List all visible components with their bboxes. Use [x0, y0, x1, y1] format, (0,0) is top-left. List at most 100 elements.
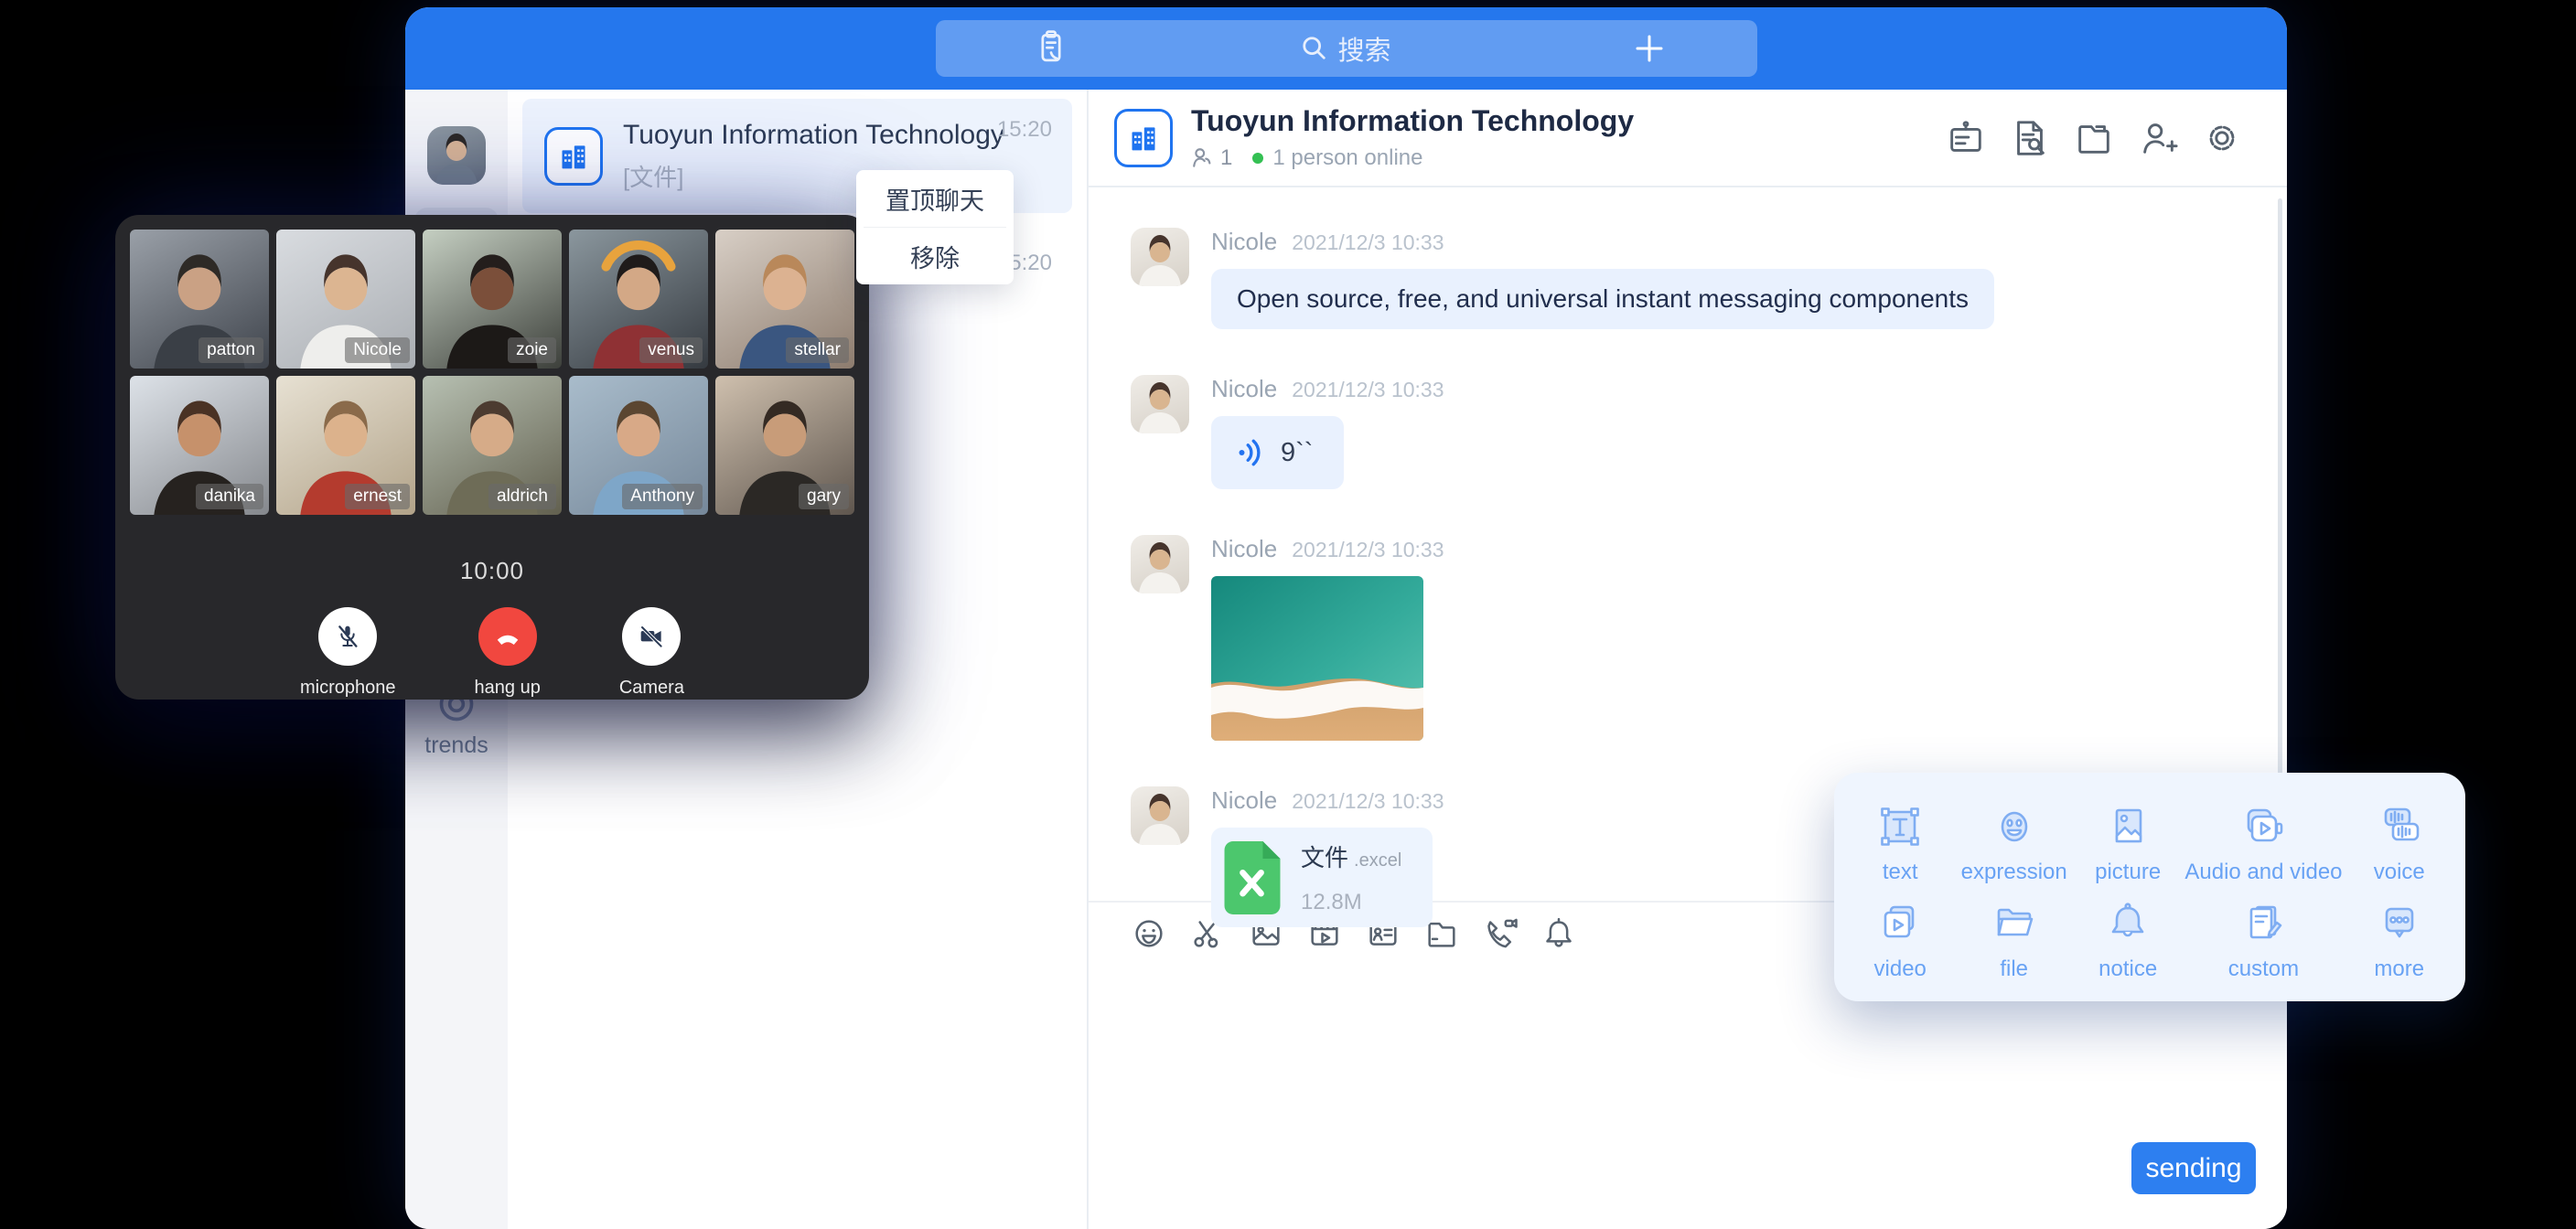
notice-bell-icon — [2102, 898, 2153, 949]
expression-icon — [1989, 801, 2040, 852]
custom-edit-icon — [2238, 898, 2289, 949]
avatar[interactable] — [1131, 228, 1189, 286]
more-bubble-icon — [2374, 898, 2425, 949]
participant-name: gary — [799, 484, 849, 509]
sender-name: Nicole — [1211, 786, 1277, 815]
settings-gear-icon[interactable] — [2201, 117, 2243, 159]
trends-label: trends — [405, 732, 508, 759]
participant-name: zoie — [508, 337, 556, 363]
top-bar: 搜索 — [405, 7, 2287, 90]
microphone-label: microphone — [300, 678, 396, 699]
sender-name: Nicole — [1211, 535, 1277, 563]
file-name: 文件 — [1301, 844, 1348, 871]
call-participant-grid: patton Nicole zoie venus stellar danika — [130, 230, 854, 515]
popup-item-file[interactable]: file — [1957, 892, 2070, 989]
participant-name: Nicole — [345, 337, 410, 363]
call-tile: zoie — [423, 230, 562, 369]
conversation-time: 15:20 — [997, 117, 1052, 143]
call-tile: gary — [715, 376, 854, 515]
chat-header: Tuoyun Information Technology 1 1 person… — [1089, 90, 2287, 187]
camera-label: Camera — [619, 678, 684, 699]
screenshot-stage: 搜索 — [0, 0, 2576, 1229]
order-clipboard-icon[interactable] — [1031, 28, 1071, 69]
add-plus-icon[interactable] — [1633, 32, 1666, 65]
message-input-area[interactable]: sending — [1089, 965, 2287, 1229]
add-member-icon[interactable] — [2137, 117, 2179, 159]
avatar[interactable] — [1131, 375, 1189, 433]
file-ext: .excel — [1354, 850, 1401, 871]
microphone-mute-button[interactable] — [318, 607, 377, 666]
image-message-beach[interactable] — [1211, 576, 1423, 741]
group-notice-icon[interactable] — [1945, 117, 1987, 159]
hang-up-button[interactable] — [478, 607, 537, 666]
search-bar[interactable]: 搜索 — [936, 20, 1757, 77]
text-icon — [1874, 801, 1926, 852]
participant-name: stellar — [786, 337, 849, 363]
popup-item-video[interactable]: video — [1843, 892, 1957, 989]
file-folder-icon — [1989, 898, 2040, 949]
popup-item-more[interactable]: more — [2343, 892, 2456, 989]
camera-muted-icon — [637, 622, 666, 651]
hang-up-icon — [491, 620, 524, 653]
text-bubble[interactable]: Open source, free, and universal instant… — [1211, 269, 1994, 329]
camera-off-button[interactable] — [622, 607, 681, 666]
video-icon — [1874, 898, 1926, 949]
group-files-icon[interactable] — [2073, 117, 2115, 159]
sender-name: Nicole — [1211, 228, 1277, 256]
call-controls: microphone hang up — [130, 607, 854, 699]
call-tile: aldrich — [423, 376, 562, 515]
members-icon — [1191, 146, 1215, 170]
chat-history-search-icon[interactable] — [2009, 117, 2051, 159]
search-icon — [1301, 35, 1328, 62]
call-tile: Anthony — [569, 376, 708, 515]
voice-icon — [2374, 801, 2425, 852]
message-time: 2021/12/3 10:33 — [1292, 538, 1444, 562]
participant-name: aldrich — [488, 484, 556, 509]
voice-duration: 9`` — [1281, 438, 1313, 468]
call-tile: Nicole — [276, 230, 415, 369]
popup-item-text[interactable]: text — [1843, 795, 1957, 892]
message-time: 2021/12/3 10:33 — [1292, 230, 1444, 255]
call-tile: venus — [569, 230, 708, 369]
audio-video-icon — [2238, 801, 2289, 852]
member-count: 1 — [1220, 145, 1232, 171]
participant-name: ernest — [345, 484, 410, 509]
call-tile: stellar — [715, 230, 854, 369]
message-time: 2021/12/3 10:33 — [1292, 789, 1444, 814]
excel-file-icon — [1224, 841, 1281, 914]
popup-item-notice[interactable]: notice — [2071, 892, 2184, 989]
chat-title: Tuoyun Information Technology — [1191, 104, 1634, 138]
picture-icon — [2102, 801, 2153, 852]
popup-item-expression[interactable]: expression — [1957, 795, 2070, 892]
sender-name: Nicole — [1211, 375, 1277, 403]
call-tile: ernest — [276, 376, 415, 515]
participant-name: danika — [196, 484, 263, 509]
message-image: Nicole 2021/12/3 10:33 — [1131, 535, 2287, 741]
conversation-title: Tuoyun Information Technology — [623, 120, 1004, 151]
voice-wave-icon — [1235, 436, 1268, 469]
popup-item-custom[interactable]: custom — [2184, 892, 2342, 989]
popup-item-voice[interactable]: voice — [2343, 795, 2456, 892]
user-avatar[interactable] — [427, 126, 486, 185]
hang-up-label: hang up — [475, 678, 541, 699]
online-dot — [1252, 153, 1263, 164]
chat-panel: Tuoyun Information Technology 1 1 person… — [1089, 90, 2287, 1229]
message-time: 2021/12/3 10:33 — [1292, 378, 1444, 402]
popup-item-picture[interactable]: picture — [2071, 795, 2184, 892]
participant-name: Anthony — [622, 484, 703, 509]
send-button[interactable]: sending — [2131, 1142, 2256, 1194]
avatar[interactable] — [1131, 535, 1189, 593]
menu-item-pin-chat[interactable]: 置顶聊天 — [856, 170, 1014, 227]
search-placeholder: 搜索 — [1337, 29, 1390, 68]
popup-item-audio-video[interactable]: Audio and video — [2184, 795, 2342, 892]
menu-item-remove[interactable]: 移除 — [856, 228, 1014, 284]
message-type-popup: text expression picture — [1834, 773, 2465, 1001]
avatar[interactable] — [1131, 786, 1189, 845]
message-voice: Nicole 2021/12/3 10:33 9`` — [1131, 375, 2287, 489]
context-menu: 置顶聊天 移除 — [856, 170, 1014, 284]
video-call-window: patton Nicole zoie venus stellar danika — [115, 215, 869, 700]
call-timer: 10:00 — [130, 557, 854, 585]
voice-bubble[interactable]: 9`` — [1211, 416, 1344, 489]
participant-name: venus — [639, 337, 703, 363]
file-message-card[interactable]: 文件.excel 12.8M — [1211, 828, 1433, 927]
